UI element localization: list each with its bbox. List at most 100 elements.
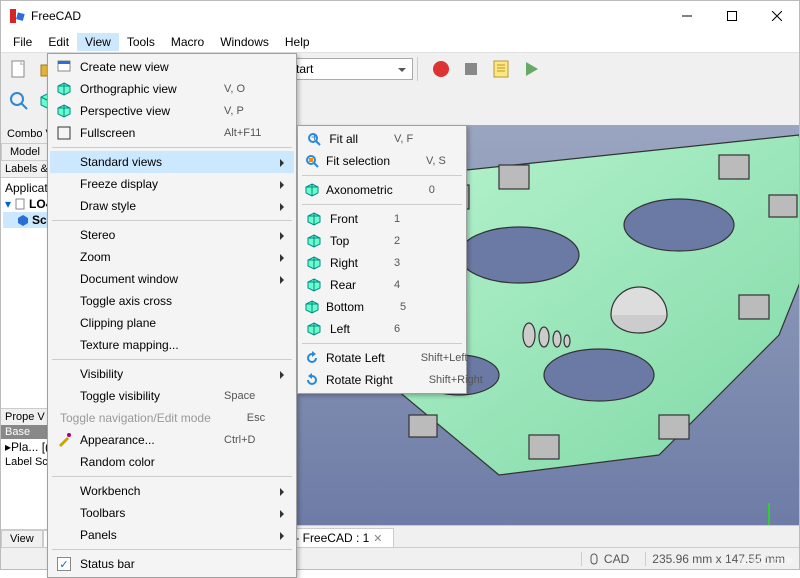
view-menu: Create new view Orthographic view V, O Pers…	[47, 53, 297, 578]
checkbox-icon: ✓	[54, 557, 74, 571]
shortcut-label: 5	[400, 301, 450, 313]
stdview-top[interactable]: Top 2	[300, 230, 464, 252]
view-menu-toggle-axis-cross[interactable]: Toggle axis cross	[50, 290, 294, 312]
menu-item-label: Clipping plane	[80, 316, 274, 330]
menu-file[interactable]: File	[5, 33, 40, 51]
menu-item-label: Top	[330, 234, 388, 248]
view-menu-standard-views[interactable]: Standard views	[50, 151, 294, 173]
view-menu-zoom[interactable]: Zoom	[50, 246, 294, 268]
shortcut-label: 6	[394, 323, 444, 335]
menu-windows[interactable]: Windows	[212, 33, 277, 51]
menu-item-label: Fit all	[329, 132, 388, 146]
menu-item-label: Axonometric	[326, 183, 423, 197]
nav-style-indicator[interactable]: CAD	[581, 552, 635, 566]
view-menu-stereo[interactable]: Stereo	[50, 224, 294, 246]
menu-item-label: Orthographic view	[80, 82, 218, 96]
minimize-button[interactable]	[664, 1, 709, 31]
tb-new-icon[interactable]	[5, 55, 33, 83]
stdview-rotate-right[interactable]: Rotate RightShift+Right	[300, 369, 464, 391]
menu-item-label: Bottom	[326, 300, 394, 314]
submenu-arrow-icon	[280, 510, 288, 518]
submenu-arrow-icon	[280, 181, 288, 189]
submenu-arrow-icon	[280, 203, 288, 211]
stdview-rear[interactable]: Rear4	[300, 274, 464, 296]
standard-views-submenu: +Fit allV, FFit selectionV, S Axonometric…	[297, 125, 467, 394]
view-menu-toolbars[interactable]: Toolbars	[50, 502, 294, 524]
view-menu-create-new-view[interactable]: Create new view	[50, 56, 294, 78]
shortcut-label: Ctrl+D	[224, 434, 274, 446]
view-menu-document-window[interactable]: Document window	[50, 268, 294, 290]
menu-edit[interactable]: Edit	[40, 33, 77, 51]
app-title: FreeCAD	[31, 9, 664, 23]
cube-icon	[304, 321, 324, 337]
stdview-bottom[interactable]: Bottom 5	[300, 296, 464, 318]
prop-view-tab[interactable]: View	[1, 530, 43, 547]
menu-item-label: Front	[330, 212, 388, 226]
menu-item-label: Create new view	[80, 60, 274, 74]
stdview-axonometric[interactable]: Axonometric0	[300, 179, 464, 201]
tb-macro-run-icon[interactable]	[517, 55, 545, 83]
tb-macro-list-icon[interactable]	[487, 55, 515, 83]
menu-item-label: Right	[330, 256, 388, 270]
close-icon[interactable]: ✕	[373, 532, 382, 545]
tb-macro-record-icon[interactable]	[427, 55, 455, 83]
stdview-right[interactable]: Right3	[300, 252, 464, 274]
view-menu-freeze-display[interactable]: Freeze display	[50, 173, 294, 195]
cube-icon	[54, 103, 74, 119]
rotate-left-icon	[304, 350, 320, 366]
cube-icon	[304, 299, 320, 315]
stdview-front[interactable]: Front1	[300, 208, 464, 230]
menu-tools[interactable]: Tools	[119, 33, 163, 51]
view-menu-visibility[interactable]: Visibility	[50, 363, 294, 385]
menu-item-label: Random color	[80, 455, 274, 469]
stdview-fit-all[interactable]: +Fit allV, F	[300, 128, 464, 150]
view-menu-toggle-visibility[interactable]: Toggle visibilitySpace	[50, 385, 294, 407]
view-menu-panels[interactable]: Panels	[50, 524, 294, 546]
fit-sel-icon	[304, 153, 320, 169]
menu-item-label: Rear	[330, 278, 388, 292]
model-tab[interactable]: Model	[1, 143, 49, 160]
titlebar: FreeCAD	[1, 1, 799, 31]
tb-macro-stop-icon[interactable]	[457, 55, 485, 83]
view-menu-appearance-[interactable]: Appearance... Ctrl+D	[50, 429, 294, 451]
submenu-arrow-icon	[280, 532, 288, 540]
menu-item-label: Status bar	[80, 557, 274, 571]
view-menu-toggle-navigation-edit-mode[interactable]: Toggle navigation/Edit modeEsc	[50, 407, 294, 429]
stdview-fit-selection[interactable]: Fit selectionV, S	[300, 150, 464, 172]
shortcut-label: 2	[394, 235, 444, 247]
maximize-button[interactable]	[709, 1, 754, 31]
menu-item-label: Freeze display	[80, 177, 274, 191]
menu-item-label: Visibility	[80, 367, 274, 381]
view-menu-workbench[interactable]: Workbench	[50, 480, 294, 502]
close-button[interactable]	[754, 1, 799, 31]
menu-macro[interactable]: Macro	[163, 33, 212, 51]
submenu-arrow-icon	[280, 254, 288, 262]
view-menu-clipping-plane[interactable]: Clipping plane	[50, 312, 294, 334]
menu-view[interactable]: View	[77, 33, 119, 51]
new-view-icon	[54, 59, 74, 75]
menu-item-label: Rotate Left	[326, 351, 415, 365]
view-menu-status-bar[interactable]: ✓ Status bar	[50, 553, 294, 575]
mouse-icon	[588, 553, 600, 565]
view-menu-perspective-view[interactable]: Perspective viewV, P	[50, 100, 294, 122]
menu-item-label: Appearance...	[80, 433, 218, 447]
shortcut-label: 0	[429, 184, 479, 196]
submenu-arrow-icon	[280, 276, 288, 284]
tb-fit-all-icon[interactable]	[5, 87, 33, 115]
fullscreen-icon	[54, 125, 74, 141]
view-menu-texture-mapping-[interactable]: Texture mapping...	[50, 334, 294, 356]
rotate-right-icon	[304, 372, 320, 388]
menu-item-label: Rotate Right	[326, 373, 423, 387]
view-menu-fullscreen[interactable]: FullscreenAlt+F11	[50, 122, 294, 144]
view-menu-draw-style[interactable]: Draw style	[50, 195, 294, 217]
menu-help[interactable]: Help	[277, 33, 318, 51]
view-menu-orthographic-view[interactable]: Orthographic view V, O	[50, 78, 294, 100]
submenu-arrow-icon	[280, 159, 288, 167]
shortcut-label: V, O	[224, 83, 274, 95]
stdview-rotate-left[interactable]: Rotate LeftShift+Left	[300, 347, 464, 369]
menu-item-label: Draw style	[80, 199, 274, 213]
cube-icon	[304, 277, 324, 293]
stdview-left[interactable]: Left6	[300, 318, 464, 340]
menubar: File Edit View Tools Macro Windows Help	[1, 31, 799, 53]
view-menu-random-color[interactable]: Random color	[50, 451, 294, 473]
